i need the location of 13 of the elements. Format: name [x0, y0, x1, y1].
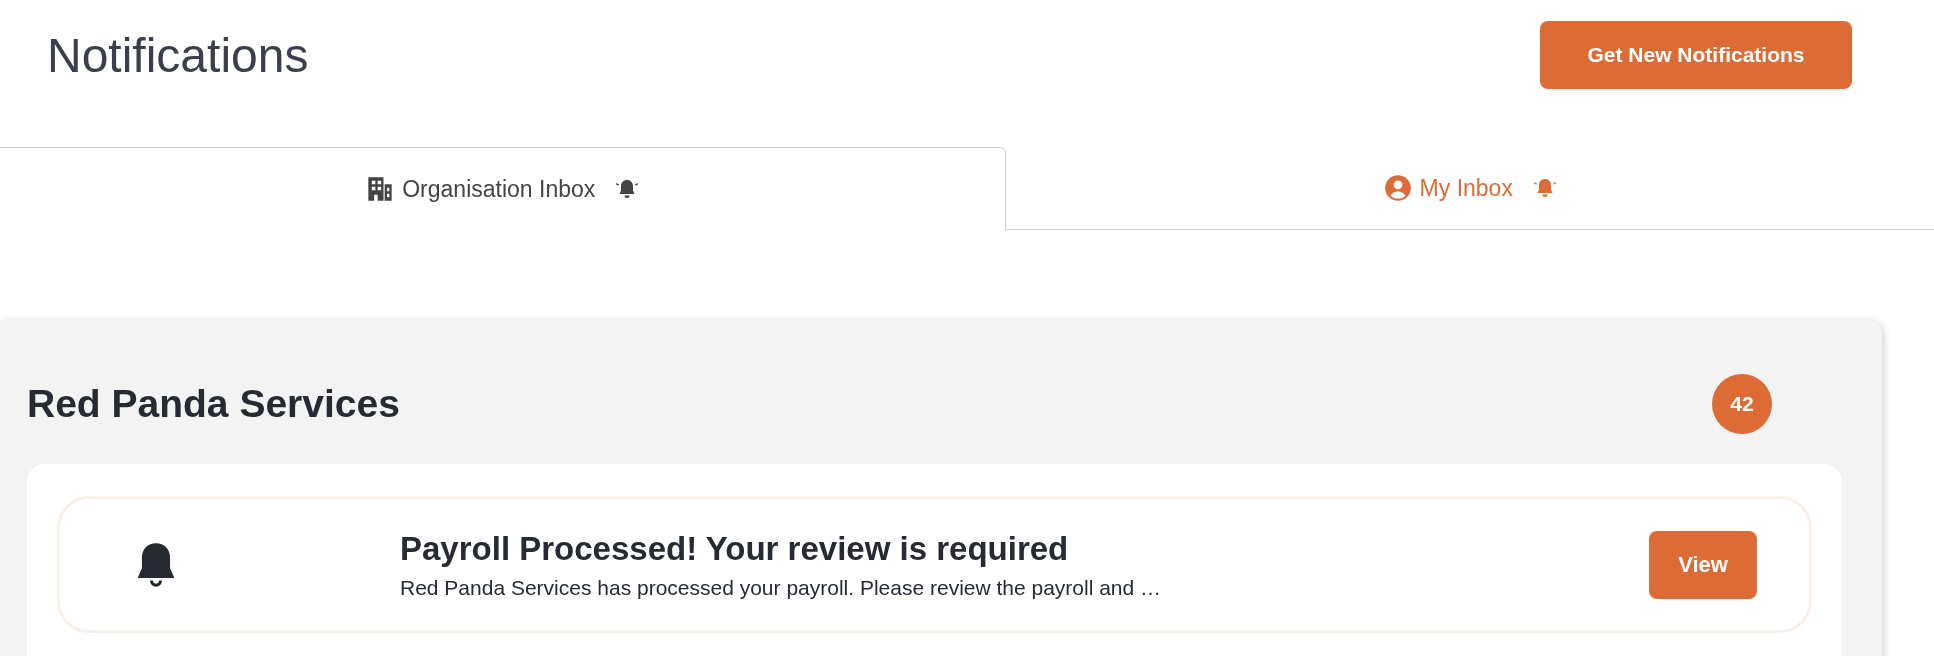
view-button[interactable]: View — [1649, 530, 1757, 599]
user-icon — [1383, 174, 1412, 202]
group-title: Red Panda Services — [27, 382, 400, 426]
get-notifications-button[interactable]: Get New Notifications — [1540, 21, 1852, 89]
inbox-tab[interactable]: My Inbox — [1006, 147, 1934, 229]
page-title: Notifications — [47, 27, 309, 83]
ringing-bell-icon — [615, 177, 640, 201]
building-icon — [366, 175, 395, 203]
ringing-bell-icon — [1532, 176, 1557, 200]
count-badge: 42 — [1712, 374, 1772, 434]
inbox-tab[interactable]: Organisation Inbox — [0, 148, 1006, 230]
notification-title: Payroll Processed! Your review is required — [400, 529, 1070, 568]
notification-description: Red Panda Services has processed your payroll. Please review the payroll and … — [400, 575, 1163, 600]
